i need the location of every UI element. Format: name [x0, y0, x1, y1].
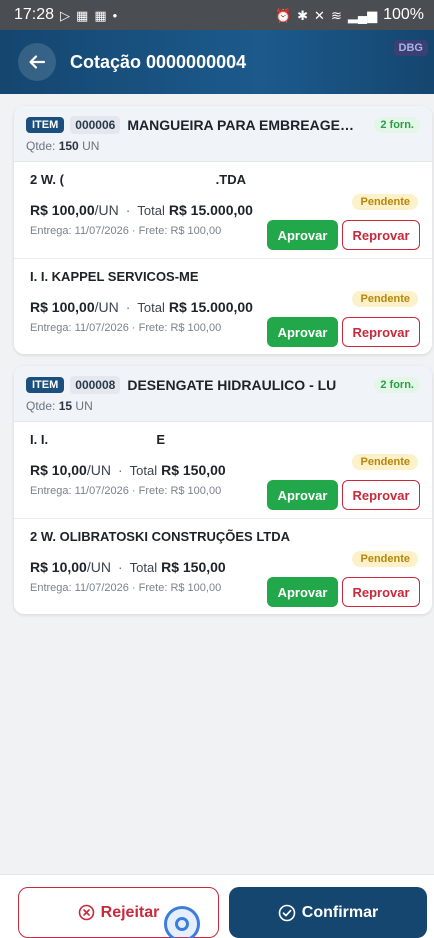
total-label: Total — [129, 463, 158, 478]
supplier-row: I. I. KAPPEL SERVICOS-ME Pendente R$ 100… — [14, 258, 432, 354]
qty-unit: UN — [75, 399, 93, 413]
reject-quote-label: Rejeitar — [100, 903, 160, 921]
status-badge: Pendente — [352, 291, 418, 307]
unit-price: R$ 100,00 — [30, 202, 95, 218]
supplier-name: I. I. KAPPEL SERVICOS-ME — [30, 269, 199, 284]
status-time: 17:28 — [14, 6, 55, 23]
wifi-icon: ≋ — [330, 7, 342, 23]
suppliers-count-badge: 2 forn. — [374, 377, 420, 393]
approve-button[interactable]: Aprovar — [267, 577, 338, 607]
item-code: 000006 — [70, 116, 121, 134]
signal-icon: ▂▄▆ — [347, 7, 378, 23]
circle-x-icon — [78, 904, 94, 921]
supplier-row: 2 W. ( .TDA Pendente R$ 100,00 /UN · Tot… — [14, 162, 432, 258]
approve-button[interactable]: Aprovar — [267, 317, 338, 347]
bottom-action-bar: Rejeitar Confirmar — [0, 874, 434, 938]
total-label: Total — [129, 560, 158, 575]
disapprove-button[interactable]: Reprovar — [342, 220, 420, 250]
item-tag: ITEM — [26, 377, 65, 393]
total-price: R$ 15.000,00 — [168, 202, 253, 218]
bluetooth-icon: ✱ — [297, 7, 309, 23]
item-name: DESENGATE HIDRAULICO - LU — [127, 377, 337, 393]
suppliers-count-badge: 2 forn. — [374, 117, 420, 133]
touch-indicator-center — [175, 917, 189, 931]
separator: · — [125, 299, 131, 315]
item-quantity: Qtde: 150 UN — [26, 139, 420, 153]
qty-label: Qtde: — [26, 399, 56, 413]
price-unit: /UN — [94, 202, 119, 218]
item-card: ITEM 000008 DESENGATE HIDRAULICO - LU 2 … — [14, 366, 432, 614]
status-badge: Pendente — [352, 551, 418, 567]
unit-price: R$ 10,00 — [30, 462, 87, 478]
supplier-actions: Aprovar Reprovar — [267, 220, 420, 250]
qty-value: 15 — [58, 399, 73, 413]
price-unit: /UN — [86, 559, 111, 575]
disapprove-button[interactable]: Reprovar — [342, 317, 420, 347]
total-price: R$ 15.000,00 — [168, 299, 253, 315]
qty-value: 150 — [58, 139, 79, 153]
separator: · — [125, 202, 131, 218]
qty-label: Qtde: — [26, 139, 56, 153]
confirm-quote-label: Confirmar — [301, 903, 379, 921]
supplier-actions: Aprovar Reprovar — [267, 577, 420, 607]
circle-check-icon — [278, 904, 296, 921]
debug-badge: DBG — [393, 40, 428, 56]
confirm-quote-button[interactable]: Confirmar — [229, 887, 427, 938]
item-card-header: ITEM 000006 MANGUEIRA PARA EMBREAGEM ...… — [14, 106, 432, 162]
separator: · — [117, 559, 123, 575]
total-label: Total — [137, 203, 165, 218]
item-name: MANGUEIRA PARA EMBREAGEM ... — [127, 117, 360, 133]
notification-icon: ▦ — [94, 7, 107, 23]
touch-indicator — [164, 906, 200, 938]
item-card-header: ITEM 000008 DESENGATE HIDRAULICO - LU 2 … — [14, 366, 432, 422]
app-header: Cotação 0000000004 DBG — [0, 30, 434, 94]
alarm-icon: ⏰ — [274, 7, 292, 23]
battery-level: 100% — [383, 6, 424, 23]
play-icon: ▷ — [60, 7, 71, 23]
total-label: Total — [137, 300, 165, 315]
approve-button[interactable]: Aprovar — [267, 480, 338, 510]
total-price: R$ 150,00 — [161, 559, 226, 575]
price-unit: /UN — [94, 299, 119, 315]
disapprove-button[interactable]: Reprovar — [342, 577, 420, 607]
total-price: R$ 150,00 — [161, 462, 226, 478]
item-quantity: Qtde: 15 UN — [26, 399, 420, 413]
item-code: 000008 — [70, 376, 121, 394]
unit-price: R$ 10,00 — [30, 559, 87, 575]
arrow-left-icon — [29, 55, 46, 69]
status-bar: 17:28 ▷ ▦ ▦ • ⏰ ✱ ✕ ≋ ▂▄▆ 100% — [0, 0, 434, 30]
supplier-name: 2 W. OLIBRATOSKI CONSTRUÇÕES LTDA — [30, 529, 291, 544]
items-list: ITEM 000006 MANGUEIRA PARA EMBREAGEM ...… — [14, 106, 434, 626]
separator: · — [117, 462, 123, 478]
supplier-row: 2 W. OLIBRATOSKI CONSTRUÇÕES LTDA Penden… — [14, 518, 432, 614]
back-button[interactable] — [18, 43, 56, 81]
supplier-actions: Aprovar Reprovar — [267, 480, 420, 510]
supplier-name: I. I. E — [30, 432, 166, 447]
page-title: Cotação 0000000004 — [70, 51, 247, 72]
approve-button[interactable]: Aprovar — [267, 220, 338, 250]
supplier-actions: Aprovar Reprovar — [267, 317, 420, 347]
item-tag: ITEM — [26, 117, 65, 133]
notification-icon: ▦ — [76, 7, 89, 23]
unit-price: R$ 100,00 — [30, 299, 95, 315]
mute-icon: ✕ — [314, 7, 325, 23]
supplier-name: 2 W. ( .TDA — [30, 172, 246, 187]
price-unit: /UN — [86, 462, 111, 478]
item-card: ITEM 000006 MANGUEIRA PARA EMBREAGEM ...… — [14, 106, 432, 354]
status-badge: Pendente — [352, 194, 418, 210]
dot-icon: • — [112, 7, 118, 23]
supplier-row: I. I. E Pendente R$ 10,00 /UN · Total R$… — [14, 422, 432, 518]
status-badge: Pendente — [352, 454, 418, 470]
qty-unit: UN — [82, 139, 100, 153]
disapprove-button[interactable]: Reprovar — [342, 480, 420, 510]
